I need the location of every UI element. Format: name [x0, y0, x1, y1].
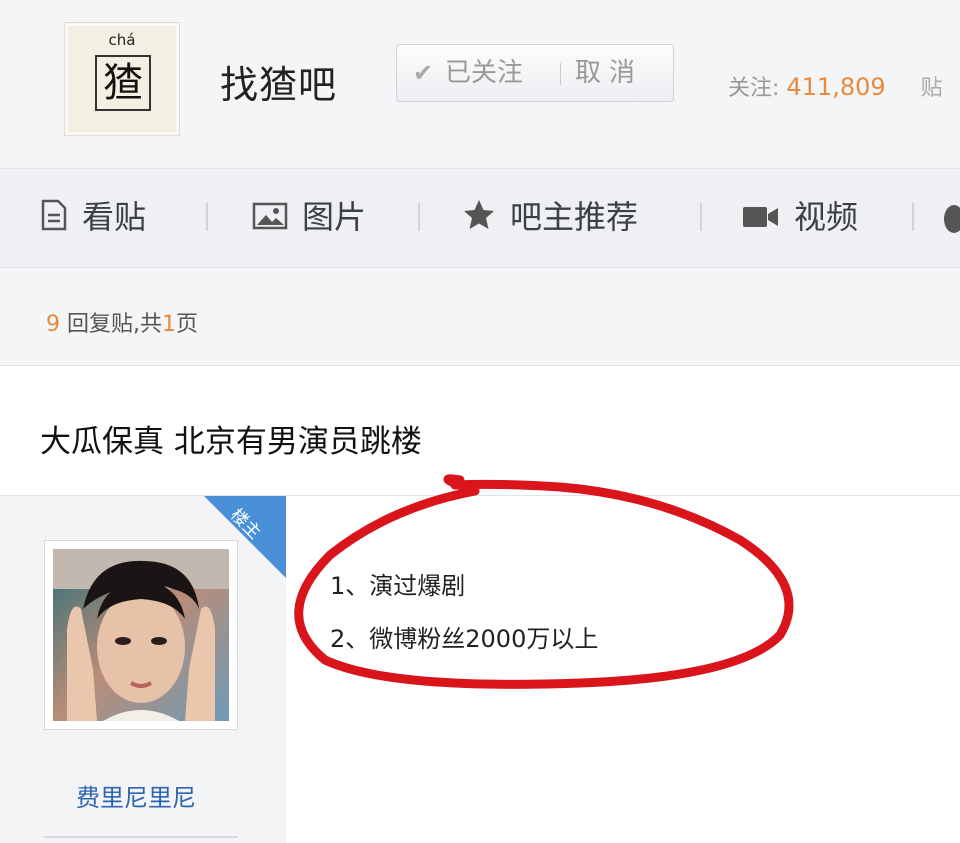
nav-divider [912, 203, 914, 231]
follow-divider [560, 63, 561, 85]
tab-posts[interactable]: 看贴 [40, 197, 146, 237]
follow-count: 411,809 [786, 73, 886, 101]
author-divider [44, 836, 238, 838]
red-annotation-circle [294, 474, 794, 689]
nav-divider [700, 203, 702, 231]
video-icon [742, 199, 780, 239]
logo-pinyin: chá [108, 31, 136, 49]
avatar[interactable] [53, 549, 229, 721]
tab-featured-label: 吧主推荐 [510, 198, 639, 236]
follow-count-label: 关注: [728, 76, 780, 101]
tab-featured[interactable]: 吧主推荐 [462, 197, 638, 237]
forum-header: chá 猹 找猹吧 ✔ 已关注 取消 关注: 411,809 贴 [0, 0, 960, 168]
author-column: 费里尼里尼 楼主 [0, 496, 286, 843]
posts-count-label: 贴 [920, 76, 943, 101]
page-count: 1 [162, 312, 176, 337]
tab-videos-label: 视频 [794, 198, 859, 236]
forum-logo[interactable]: chá 猹 [64, 22, 180, 136]
thread-info: 9 回复贴,共1页 [0, 268, 960, 366]
tab-images-label: 图片 [302, 198, 367, 236]
follow-button[interactable]: ✔ 已关注 取消 [396, 44, 674, 102]
document-icon [40, 199, 68, 240]
thread-title: 大瓜保真 北京有男演员跳楼 [40, 424, 422, 460]
nav-divider [418, 203, 420, 231]
reply-count: 9 [46, 312, 60, 337]
author-name[interactable]: 费里尼里尼 [76, 778, 196, 813]
tab-posts-label: 看贴 [82, 198, 147, 236]
star-icon [462, 198, 496, 241]
cancel-follow-button[interactable]: 取消 [575, 45, 643, 101]
forum-nav: 看贴 图片 吧主推荐 视频 [0, 168, 960, 268]
more-icon[interactable] [944, 205, 960, 233]
image-icon [252, 199, 288, 239]
tab-videos[interactable]: 视频 [742, 197, 858, 237]
op-badge: 楼主 [204, 496, 286, 578]
reply-text: 回复贴,共 [67, 312, 162, 337]
nav-divider [206, 203, 208, 231]
followed-label: 已关注 [445, 58, 524, 88]
page-text: 页 [176, 312, 199, 337]
follow-stats: 关注: 411,809 贴 [728, 70, 943, 102]
logo-character-text: 猹 [103, 60, 143, 106]
logo-character: 猹 [95, 55, 151, 111]
checkmark-icon: ✔ [413, 59, 434, 87]
tab-images[interactable]: 图片 [252, 197, 366, 237]
forum-name[interactable]: 找猹吧 [220, 54, 337, 109]
reply-summary: 9 回复贴,共1页 [46, 306, 198, 338]
